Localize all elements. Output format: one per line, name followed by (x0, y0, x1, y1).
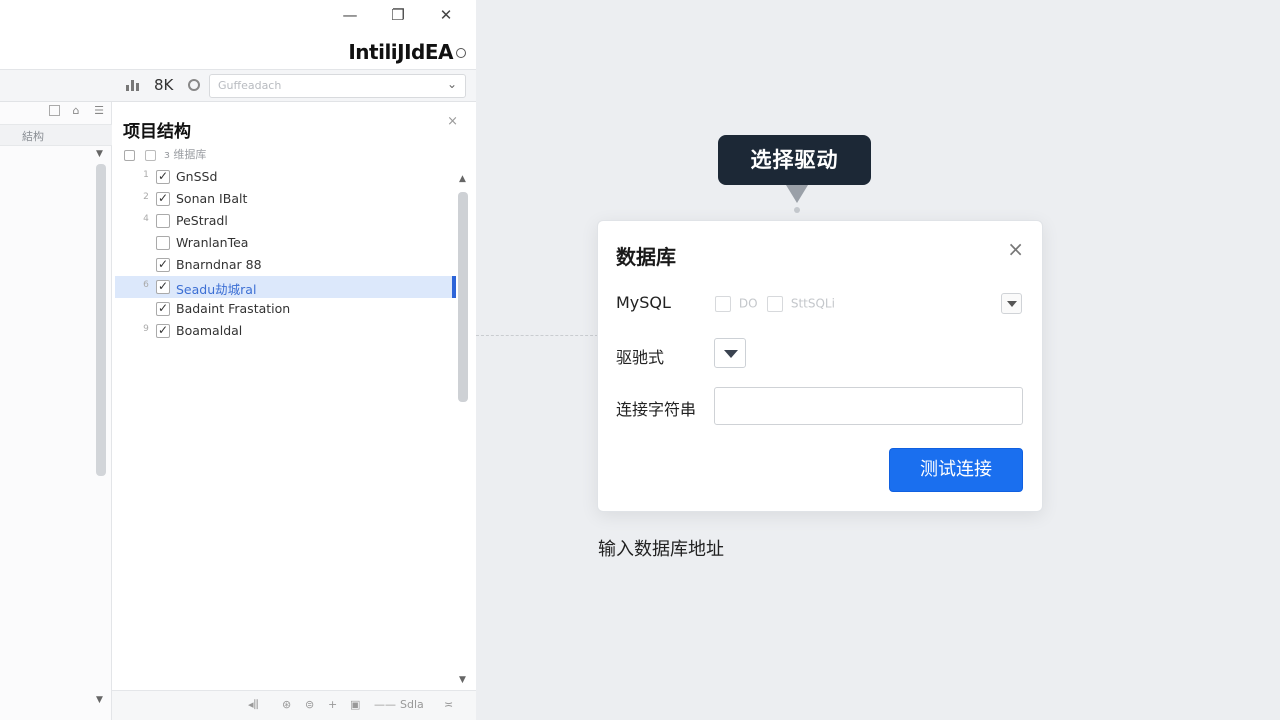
tree-item[interactable]: 1 GnSSd (115, 166, 456, 188)
bottom-bar-label: Sdla (400, 698, 424, 711)
tree-item[interactable]: 9 Boamaldal (115, 320, 456, 342)
brand-logo: IntiliJIdEA (348, 40, 466, 64)
tree-item-checkbox[interactable] (156, 257, 170, 272)
title-bar: — ❐ ✕ (0, 0, 476, 34)
refresh-icon[interactable]: ⊛ (282, 698, 291, 711)
tree-item-checkbox[interactable] (156, 323, 170, 338)
connection-string-input[interactable] (714, 387, 1023, 425)
add-icon[interactable]: + (328, 698, 337, 711)
tree-item[interactable]: 6 Seadu劫城ral (115, 276, 456, 298)
scroll-down-arrow-icon[interactable]: ▼ (459, 675, 466, 685)
divider-icon: —— (374, 698, 396, 711)
left-strip-scrollbar[interactable] (96, 164, 106, 476)
left-tool-strip: ⌂ ☰ 結构 ▼ ▼ (0, 102, 112, 720)
tree-root-label: з 维据库 (164, 148, 207, 161)
tree-item-number: 1 (143, 170, 149, 180)
chevron-down-icon: ⌄ (446, 77, 457, 91)
callout-anchor-dot (794, 207, 800, 213)
tree-item-number: 6 (143, 280, 149, 290)
brand-bar: IntiliJIdEA (0, 34, 476, 70)
tree-item-label: Seadu劫城ral (176, 282, 257, 297)
db-type-label: MySQL (616, 293, 671, 312)
main-toolbar: 8K Guffeadach ⌄ (0, 70, 476, 102)
brand-mark-icon (456, 47, 466, 58)
connector-line (476, 335, 598, 336)
database-folder-icon (144, 149, 156, 161)
tree-root-checkbox[interactable] (124, 149, 135, 161)
branch-select[interactable]: Guffeadach ⌄ (209, 74, 466, 98)
minimize-button[interactable]: — (337, 4, 363, 26)
tree-item[interactable]: 2 Sonan IBalt (115, 188, 456, 210)
db-option-do[interactable]: DO (715, 296, 758, 312)
scroll-down-arrow-icon[interactable]: ▼ (96, 149, 103, 159)
caret-down-icon (1007, 301, 1017, 307)
hint-text: 输入数据库地址 (598, 539, 724, 560)
tree-item[interactable]: WranlanTea (115, 232, 456, 254)
close-window-button[interactable]: ✕ (433, 4, 459, 26)
connection-string-label: 连接字符串 (616, 400, 697, 419)
tree-item-checkbox[interactable] (156, 169, 170, 184)
tree-item-label: Boamaldal (176, 323, 243, 338)
layout-icon[interactable]: ▣ (350, 698, 360, 711)
tree-item-checkbox[interactable] (156, 214, 170, 228)
collapse-icon[interactable] (49, 105, 60, 116)
home-icon[interactable]: ⌂ (70, 105, 82, 117)
options-icon[interactable]: ≍ (444, 698, 453, 711)
tree-item-checkbox[interactable] (156, 191, 170, 206)
toolbar-count: 8K (154, 76, 174, 94)
selection-marker (452, 276, 456, 298)
project-structure-panel: 项目结构 × з 维据库 1 GnSSd 2 Sonan IBalt 4 PeStradl… (112, 102, 476, 720)
tree-item-number: 9 (143, 324, 149, 334)
tree-item-label: Bnarndnar 88 (176, 257, 262, 272)
settings-icon[interactable] (188, 79, 200, 91)
db-type-dropdown[interactable] (1001, 293, 1022, 314)
tree-item[interactable]: Bnarndnar 88 (115, 254, 456, 276)
branch-select-value: Guffeadach (218, 79, 282, 92)
callout-tooltip: 选择驱动 (718, 135, 871, 185)
db-option-label: DO (738, 296, 758, 311)
tree-item-checkbox[interactable] (156, 301, 170, 316)
tree-item-label: Sonan IBalt (176, 191, 248, 206)
panel-title: 项目结构 (123, 122, 191, 142)
database-dialog: 数据库 × MySQL DO SttSQLi 驱驰式 连接字符串 测试连接 (597, 220, 1043, 512)
filter-icon[interactable]: ⊜ (305, 698, 314, 711)
maximize-button[interactable]: ❐ (385, 4, 411, 26)
left-strip-header: ⌂ ☰ (0, 102, 112, 124)
menu-icon[interactable]: ☰ (93, 105, 105, 117)
tree-item-number: 4 (143, 214, 149, 224)
driver-label: 驱驰式 (616, 348, 665, 367)
brand-name: IntiliJIdEA (348, 40, 453, 64)
panel-scrollbar[interactable] (458, 192, 468, 402)
tree-item-label: WranlanTea (176, 235, 249, 250)
dialog-title: 数据库 (616, 245, 676, 269)
tree-item[interactable]: 4 PeStradl (115, 210, 456, 232)
tree-item-checkbox[interactable] (156, 236, 170, 250)
scroll-up-arrow-icon[interactable]: ▲ (459, 174, 466, 184)
test-connection-button[interactable]: 测试连接 (889, 448, 1023, 492)
tree-item-label: Badaint Frastation (176, 301, 291, 316)
callout-pointer (786, 185, 808, 203)
caret-down-icon (724, 350, 738, 358)
tree-item-label: GnSSd (176, 169, 218, 184)
tree-item-label: PeStradl (176, 213, 228, 228)
tree-item[interactable]: Badaint Frastation (115, 298, 456, 320)
dialog-close-button[interactable]: × (1007, 237, 1024, 261)
db-option-sqli[interactable]: SttSQLi (767, 296, 835, 312)
tree-item-checkbox[interactable] (156, 279, 170, 294)
panel-close-button[interactable]: × (447, 114, 458, 129)
ide-window: — ❐ ✕ IntiliJIdEA 8K Guffeadach ⌄ ⌂ ☰ 結构… (0, 0, 476, 720)
tree-root[interactable]: з 维据库 (124, 146, 206, 164)
panel-bottom-bar: ◂⫼ ⊛ ⊜ + ▣ —— Sdla ≍ (112, 690, 476, 720)
tree-item-number: 2 (143, 192, 149, 202)
scroll-bottom-arrow-icon[interactable]: ▼ (96, 695, 103, 705)
bar-chart-icon[interactable] (126, 79, 139, 91)
back-icon[interactable]: ◂⫼ (248, 698, 259, 712)
db-option-checkbox[interactable] (767, 296, 783, 312)
left-strip-column-header: 結构 (0, 124, 112, 146)
db-option-label: SttSQLi (790, 296, 835, 311)
db-option-checkbox[interactable] (715, 296, 731, 312)
driver-dropdown[interactable] (714, 338, 746, 368)
